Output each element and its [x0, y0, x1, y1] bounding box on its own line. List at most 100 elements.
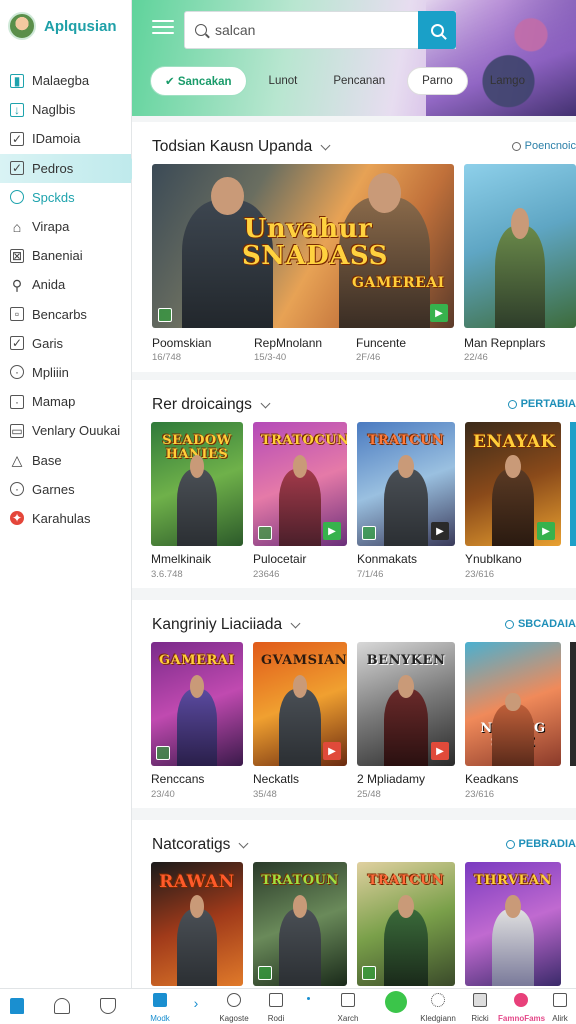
sidebar-item-venlary-ouukai[interactable]: ▭ Venlary Ouukai [0, 416, 131, 445]
section-link[interactable]: PERTABIA [507, 398, 576, 410]
check-square-icon: ✓ [10, 161, 24, 176]
sidebar-item-virapa[interactable]: ⌂ Virapa [0, 212, 131, 241]
brand[interactable]: Aplqusian [0, 0, 131, 52]
play-button[interactable]: ▶ [323, 522, 341, 540]
grid-icon [553, 993, 567, 1007]
play-button[interactable]: ▶ [323, 742, 341, 760]
app-avatar [8, 12, 36, 40]
sidebar-item-idamoia[interactable]: ✓ IDamoia [0, 124, 131, 153]
chip-lamgo[interactable]: Lamgo [476, 68, 539, 94]
bottom-item-modk[interactable]: Modk [142, 991, 178, 1024]
section-link[interactable]: SBCADAIA [504, 618, 576, 630]
hamburger-menu-icon[interactable] [152, 16, 174, 36]
sidebar-item-mpliiin[interactable]: · Mpliiin [0, 358, 131, 387]
game-card[interactable]: Man Repnplars 22/46 [464, 164, 576, 369]
search-box [184, 11, 456, 49]
chip-sancakan[interactable]: ✔ Sancakan [150, 66, 247, 96]
bottom-item-alirk[interactable]: Alirk [544, 991, 576, 1024]
section-title[interactable]: Rer droicaings [152, 396, 271, 414]
game-card[interactable]: SEADOW HANIES Mmelkinaik 3.6.748 [151, 422, 243, 582]
game-card-image: GVAMSIAN ▶ [253, 642, 347, 766]
bottom-item-next[interactable]: › [178, 991, 214, 1024]
character-figure [279, 675, 321, 766]
bottom-item-label: FamnoFams [498, 1014, 546, 1023]
card-title: Ynublkano [465, 552, 522, 566]
game-card[interactable]: TRATOUN [253, 862, 347, 986]
section-title[interactable]: Todsian Kausn Upanda [152, 138, 331, 156]
sidebar-item-pedros[interactable]: ✓ Pedros [0, 153, 139, 183]
section-link[interactable]: PEBRADIA [505, 838, 576, 850]
chip-lunot[interactable]: Lunot [255, 68, 312, 94]
game-card[interactable]: TRATCUN [357, 862, 455, 986]
game-card[interactable]: TRATOCUN ▶ Pulocetair 23646 [253, 422, 347, 582]
play-button[interactable]: ▶ [537, 522, 555, 540]
game-card[interactable]: GVAMSIAN ▶ Neckatls 35/48 [253, 642, 347, 802]
bottom-item-kagoste[interactable]: Kagoste [216, 991, 252, 1024]
section-title[interactable]: Kangriniy Liaciiada [152, 616, 301, 634]
game-card[interactable]: THRVEAN [465, 862, 561, 986]
search-button[interactable] [418, 11, 456, 49]
sidebar-item-garnes[interactable]: · Garnes [0, 475, 131, 504]
bottom-item-close[interactable] [378, 991, 414, 1024]
character-figure [176, 455, 218, 546]
sidebar-item-garis[interactable]: ✓ Garis [0, 329, 131, 358]
game-card[interactable]: BENYKEN ▶ 2 Mpliadamy 25/48 [357, 642, 455, 802]
rating-badge [156, 746, 170, 760]
character-figure [491, 692, 535, 766]
section-title[interactable]: Natcoratigs [152, 836, 249, 854]
sidebar-item-label: Baneniai [32, 248, 83, 264]
sidebar-item-anida[interactable]: ⚲ Anida [0, 270, 131, 299]
bottom-item-label: Kagoste [219, 1014, 249, 1023]
chip-parno[interactable]: Parno [407, 67, 468, 95]
game-logo: GAMERAI [159, 653, 235, 668]
sidebar-item-label: Malaegba [32, 73, 90, 89]
home-icon[interactable] [10, 998, 24, 1014]
game-card[interactable]: ENAYAK ▶ Ynublkano 23/616 [465, 422, 561, 582]
sidebar-item-base[interactable]: △ Base [0, 445, 131, 474]
bottom-item-rodi[interactable]: Rodi [258, 991, 294, 1024]
character-figure [176, 895, 218, 986]
game-card[interactable]: TRATCUN ▶ Konmakats 7/1/46 [357, 422, 455, 582]
sidebar-item-mamap[interactable]: · Mamap [0, 387, 131, 416]
bottom-item-kledgiann[interactable]: Kledgiann [420, 991, 456, 1024]
bottom-item-dot[interactable] [296, 991, 320, 1024]
game-logo: GAMEREAI [352, 275, 445, 291]
red-badge-icon: ✦ [10, 511, 24, 526]
character-figure [384, 455, 428, 546]
character-figure [495, 208, 545, 328]
game-card[interactable]: NOEING SONE Keadkans 23/616 [465, 642, 561, 802]
bottom-item-famnofams[interactable]: FamnoFams [498, 991, 546, 1024]
sidebar-item-bencarbs[interactable]: ▫ Bencarbs [0, 300, 131, 329]
checkbox-icon: ✓ [10, 131, 24, 146]
sidebar-item-naglbis[interactable]: ↓ Naglbis [0, 95, 131, 124]
sidebar-item-malaegba[interactable]: ▮ Malaegba [0, 66, 131, 95]
chip-pencanan[interactable]: Pencanan [319, 68, 399, 94]
game-card-partial[interactable] [570, 422, 576, 546]
sidebar-nav: ▮ Malaegba ↓ Naglbis ✓ IDamoia ✓ Pedros Spck… [0, 66, 139, 533]
card-title: 2 Mpliadamy [357, 772, 426, 786]
featured-card[interactable]: Unvahur SNADASS GAMEREAI ▶ Poomskian 16/… [152, 164, 454, 369]
bottom-item-ricki[interactable]: Ricki [462, 991, 498, 1024]
search-input[interactable] [215, 22, 415, 38]
game-card[interactable]: RAWAN [151, 862, 243, 986]
card-title: Keadkans [465, 772, 519, 786]
shield-icon[interactable] [100, 998, 116, 1014]
game-card[interactable]: GAMERAI Renccans 23/40 [151, 642, 243, 802]
bell-icon[interactable] [54, 998, 70, 1014]
bottom-item-xarch[interactable]: Xarch [330, 991, 366, 1024]
card-meta: 15/3-40 [254, 352, 287, 363]
header: ✔ Sancakan Lunot Pencanan Parno Lamgo [132, 0, 576, 116]
sidebar-item-spckds[interactable]: Spckds [0, 183, 131, 212]
game-card-partial[interactable] [570, 642, 576, 766]
card-title: Funcente [356, 336, 407, 350]
game-logo: THRVEAN [474, 873, 552, 888]
circle-icon [505, 839, 515, 849]
circle-icon [507, 399, 517, 409]
play-button[interactable]: ▶ [430, 304, 448, 322]
bottom-bar: Modk › Kagoste Rodi Xarch Kledgiann Rick… [0, 988, 576, 1024]
section-link[interactable]: Poencnoic [511, 140, 576, 152]
play-button[interactable]: ▶ [431, 522, 449, 540]
play-button[interactable]: ▶ [431, 742, 449, 760]
sidebar-item-karahulas[interactable]: ✦ Karahulas [0, 504, 131, 533]
sidebar-item-baneniai[interactable]: ⊠ Baneniai [0, 241, 131, 270]
